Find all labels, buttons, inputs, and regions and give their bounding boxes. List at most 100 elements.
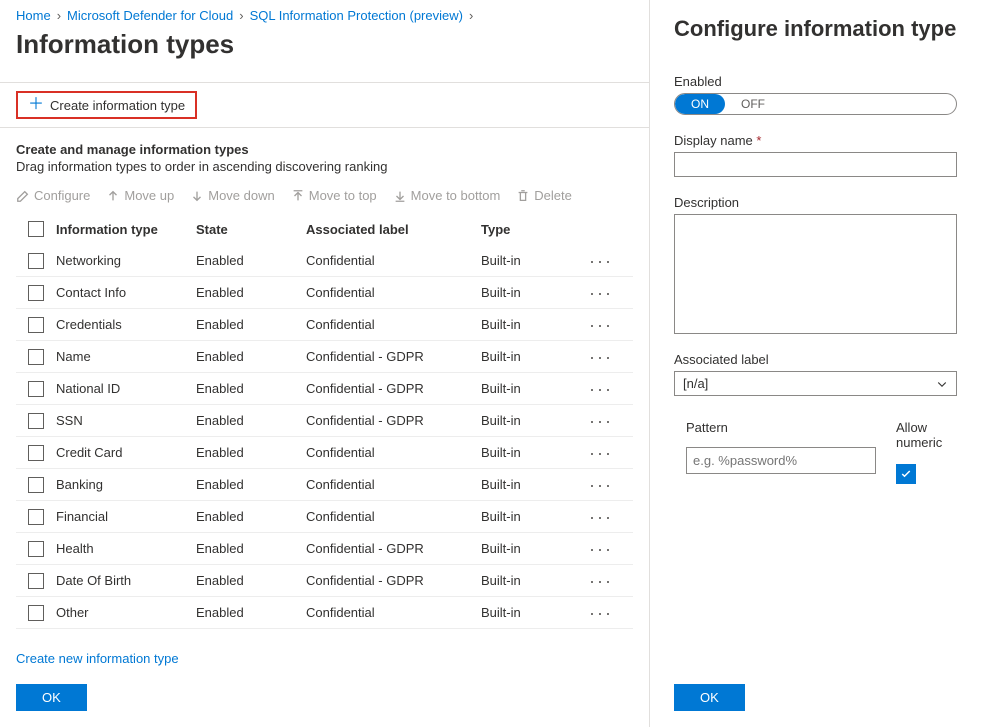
table-row[interactable]: Contact InfoEnabledConfidentialBuilt-in·… <box>16 277 633 309</box>
section-description: Drag information types to order in ascen… <box>16 159 633 174</box>
row-more-button[interactable]: ··· <box>581 540 621 558</box>
chevron-right-icon: › <box>57 8 61 23</box>
row-checkbox[interactable] <box>28 349 44 365</box>
chevron-right-icon: › <box>469 8 473 23</box>
row-more-button[interactable]: ··· <box>581 380 621 398</box>
row-more-button[interactable]: ··· <box>581 348 621 366</box>
associated-label-value: [n/a] <box>683 376 708 391</box>
move-down-button[interactable]: Move down <box>190 188 274 203</box>
panel-ok-button[interactable]: OK <box>674 684 745 711</box>
move-up-button[interactable]: Move up <box>106 188 174 203</box>
row-checkbox[interactable] <box>28 573 44 589</box>
table-row[interactable]: National IDEnabledConfidential - GDPRBui… <box>16 373 633 405</box>
row-checkbox[interactable] <box>28 477 44 493</box>
cell-label: Confidential - GDPR <box>306 413 481 428</box>
enabled-label: Enabled <box>674 74 957 89</box>
table-row[interactable]: SSNEnabledConfidential - GDPRBuilt-in··· <box>16 405 633 437</box>
cell-state: Enabled <box>196 349 306 364</box>
section-header: Create and manage information types <box>16 142 633 157</box>
table-row[interactable]: Credit CardEnabledConfidentialBuilt-in··… <box>16 437 633 469</box>
row-more-button[interactable]: ··· <box>581 508 621 526</box>
move-top-button[interactable]: Move to top <box>291 188 377 203</box>
move-top-label: Move to top <box>309 188 377 203</box>
allow-numeric-checkbox[interactable] <box>896 464 916 484</box>
enabled-toggle[interactable]: ON OFF <box>674 93 957 115</box>
row-checkbox[interactable] <box>28 541 44 557</box>
cell-state: Enabled <box>196 413 306 428</box>
select-all-checkbox[interactable] <box>28 221 44 237</box>
delete-button[interactable]: Delete <box>516 188 572 203</box>
table-row[interactable]: FinancialEnabledConfidentialBuilt-in··· <box>16 501 633 533</box>
cell-label: Confidential - GDPR <box>306 381 481 396</box>
move-up-label: Move up <box>124 188 174 203</box>
row-more-button[interactable]: ··· <box>581 604 621 622</box>
associated-label-select[interactable]: [n/a] <box>674 371 957 396</box>
cell-name: Credentials <box>56 317 196 332</box>
configure-button[interactable]: Configure <box>16 188 90 203</box>
table-header-row: Information type State Associated label … <box>16 213 633 245</box>
panel-title: Configure information type <box>674 16 957 42</box>
row-checkbox[interactable] <box>28 509 44 525</box>
cell-type: Built-in <box>481 253 581 268</box>
cell-name: Networking <box>56 253 196 268</box>
row-checkbox[interactable] <box>28 285 44 301</box>
row-more-button[interactable]: ··· <box>581 252 621 270</box>
col-information-type[interactable]: Information type <box>56 222 196 237</box>
row-checkbox[interactable] <box>28 605 44 621</box>
row-more-button[interactable]: ··· <box>581 444 621 462</box>
table-row[interactable]: HealthEnabledConfidential - GDPRBuilt-in… <box>16 533 633 565</box>
toggle-on[interactable]: ON <box>675 94 725 114</box>
pattern-input[interactable] <box>686 447 876 474</box>
col-associated-label[interactable]: Associated label <box>306 222 481 237</box>
cell-type: Built-in <box>481 573 581 588</box>
col-type[interactable]: Type <box>481 222 581 237</box>
cell-label: Confidential <box>306 317 481 332</box>
cell-label: Confidential - GDPR <box>306 349 481 364</box>
create-information-type-button[interactable]: ＋ Create information type <box>16 91 197 119</box>
table-toolbar: Configure Move up Move down Move to top … <box>16 188 633 203</box>
row-checkbox[interactable] <box>28 413 44 429</box>
table-row[interactable]: BankingEnabledConfidentialBuilt-in··· <box>16 469 633 501</box>
cell-type: Built-in <box>481 605 581 620</box>
row-checkbox[interactable] <box>28 317 44 333</box>
table-row[interactable]: OtherEnabledConfidentialBuilt-in··· <box>16 597 633 629</box>
row-more-button[interactable]: ··· <box>581 316 621 334</box>
cell-name: Financial <box>56 509 196 524</box>
command-bar: ＋ Create information type <box>0 82 649 128</box>
arrow-up-icon <box>106 189 120 203</box>
row-more-button[interactable]: ··· <box>581 476 621 494</box>
pattern-label: Pattern <box>686 420 876 435</box>
col-state[interactable]: State <box>196 222 306 237</box>
cell-name: Health <box>56 541 196 556</box>
row-more-button[interactable]: ··· <box>581 284 621 302</box>
ok-button[interactable]: OK <box>16 684 87 711</box>
edit-icon <box>16 189 30 203</box>
table-row[interactable]: NameEnabledConfidential - GDPRBuilt-in··… <box>16 341 633 373</box>
breadcrumb-home[interactable]: Home <box>16 8 51 23</box>
row-checkbox[interactable] <box>28 381 44 397</box>
cell-label: Confidential - GDPR <box>306 541 481 556</box>
page-title: Information types <box>16 29 633 60</box>
table-row[interactable]: Date Of BirthEnabledConfidential - GDPRB… <box>16 565 633 597</box>
arrow-top-icon <box>291 189 305 203</box>
row-more-button[interactable]: ··· <box>581 412 621 430</box>
allow-numeric-label: Allow numeric <box>896 420 957 450</box>
breadcrumb-sql-ip[interactable]: SQL Information Protection (preview) <box>250 8 463 23</box>
display-name-input[interactable] <box>674 152 957 177</box>
toggle-off[interactable]: OFF <box>725 94 781 114</box>
table-row[interactable]: CredentialsEnabledConfidentialBuilt-in··… <box>16 309 633 341</box>
row-checkbox[interactable] <box>28 253 44 269</box>
description-textarea[interactable] <box>674 214 957 334</box>
table-row[interactable]: NetworkingEnabledConfidentialBuilt-in··· <box>16 245 633 277</box>
move-bottom-label: Move to bottom <box>411 188 501 203</box>
cell-name: SSN <box>56 413 196 428</box>
row-more-button[interactable]: ··· <box>581 572 621 590</box>
display-name-label-text: Display name <box>674 133 753 148</box>
move-bottom-button[interactable]: Move to bottom <box>393 188 501 203</box>
row-checkbox[interactable] <box>28 445 44 461</box>
create-new-link[interactable]: Create new information type <box>16 651 633 666</box>
cell-type: Built-in <box>481 349 581 364</box>
move-down-label: Move down <box>208 188 274 203</box>
breadcrumb-defender[interactable]: Microsoft Defender for Cloud <box>67 8 233 23</box>
plus-icon: ＋ <box>28 97 44 113</box>
